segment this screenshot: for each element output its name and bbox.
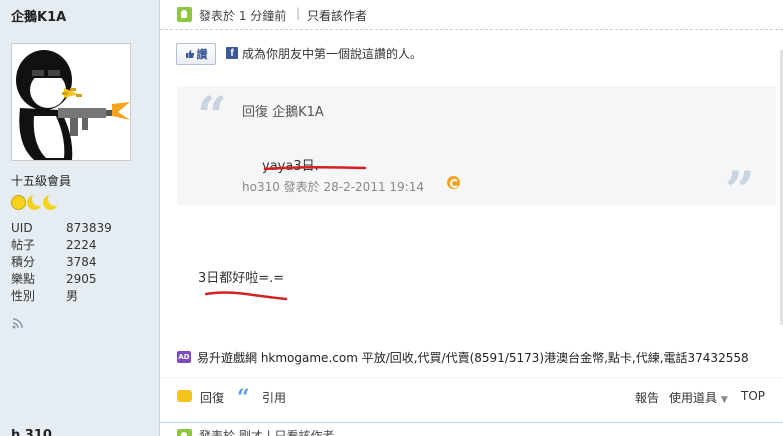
rank-stars	[11, 195, 58, 210]
next-post-time: 發表於 剛才 | 只看該作者	[199, 429, 335, 436]
stat-label: 積分	[11, 255, 36, 269]
facebook-icon: f	[226, 47, 238, 59]
stat-posts: 帖子 2224	[11, 236, 112, 253]
user-sidebar: 企鵝K1A 十五級會員 UID 873839 帖子 2224 積分 3784 樂…	[0, 0, 160, 436]
moon-icon	[43, 195, 58, 210]
goto-post-icon[interactable]	[447, 176, 460, 189]
report-link[interactable]: 報告	[635, 389, 659, 406]
ad-icon: AD	[177, 351, 191, 363]
post-actions: 回復 “ 引用 報告 使用道具 ▼ TOP	[160, 377, 783, 411]
rss-icon[interactable]	[12, 318, 23, 329]
online-status-icon	[177, 7, 192, 22]
user-stats: UID 873839 帖子 2224 積分 3784 樂點 2905 性別 男	[11, 219, 112, 304]
next-username[interactable]: h 310	[11, 428, 52, 436]
chevron-down-icon: ▼	[720, 395, 728, 405]
quote-meta: ho310 發表於 28-2-2011 19:14	[242, 180, 424, 194]
post-header: 發表於 1 分鐘前 | 只看該作者	[160, 0, 783, 30]
close-quote-icon: ”	[725, 161, 755, 222]
reply-button[interactable]: 回復	[200, 389, 224, 406]
top-link[interactable]: TOP	[741, 389, 765, 403]
moon-icon	[27, 195, 42, 210]
open-quote-icon: “	[197, 86, 227, 147]
quote-reply-to: 回復 企鵝K1A	[242, 105, 324, 120]
like-description: 成為你朋友中第一個說這讚的人。	[242, 47, 423, 61]
reply-icon[interactable]	[177, 390, 192, 402]
tools-menu[interactable]: 使用道具 ▼	[669, 389, 728, 406]
post-body: 3日都好啦=.=	[198, 271, 285, 286]
stat-value: 3784	[66, 254, 97, 269]
tools-label: 使用道具	[669, 391, 718, 405]
quote-icon[interactable]: “	[237, 385, 250, 411]
sun-icon	[11, 195, 26, 210]
post-main: 發表於 1 分鐘前 | 只看該作者 讚 f 成為你朋友中第一個說這讚的人。 “ …	[160, 0, 783, 436]
facebook-like-button[interactable]: 讚	[176, 43, 216, 65]
post-time: 發表於 1 分鐘前	[199, 9, 287, 23]
quote-block: “ 回復 企鵝K1A yaya3日. ho310 發表於 28-2-2011 1…	[177, 86, 776, 222]
stat-value[interactable]: 873839	[66, 221, 112, 235]
stat-points: 積分 3784	[11, 253, 112, 270]
stat-uid: UID 873839	[11, 219, 112, 236]
stat-label: UID	[11, 220, 33, 235]
user-rank: 十五級會員	[11, 174, 72, 188]
only-author-link[interactable]: 只看該作者	[307, 7, 367, 24]
stat-value: 男	[66, 289, 79, 303]
annotation-underline	[204, 291, 288, 301]
stat-label: 性別	[11, 289, 36, 303]
like-label: 讚	[196, 48, 208, 61]
username[interactable]: 企鵝K1A	[11, 6, 66, 25]
quote-button[interactable]: 引用	[262, 389, 286, 406]
stat-value[interactable]: 2224	[66, 238, 97, 252]
divider: |	[296, 6, 301, 20]
stat-gender: 性別 男	[11, 287, 112, 304]
stat-fun-points: 樂點 2905	[11, 270, 112, 287]
thumbs-up-icon	[185, 50, 194, 58]
avatar[interactable]	[11, 43, 131, 161]
stat-value: 2905	[66, 271, 97, 286]
stat-label: 樂點	[11, 272, 36, 286]
stat-label: 帖子	[11, 238, 36, 252]
next-post-header: 發表於 剛才 | 只看該作者	[160, 422, 783, 436]
annotation-underline	[263, 165, 367, 171]
ad-link[interactable]: 易升遊戲網 hkmogame.com 平放/回收,代買/代賣(8591/5173…	[197, 349, 749, 366]
avatar-image	[16, 50, 130, 160]
online-status-icon	[177, 429, 192, 436]
